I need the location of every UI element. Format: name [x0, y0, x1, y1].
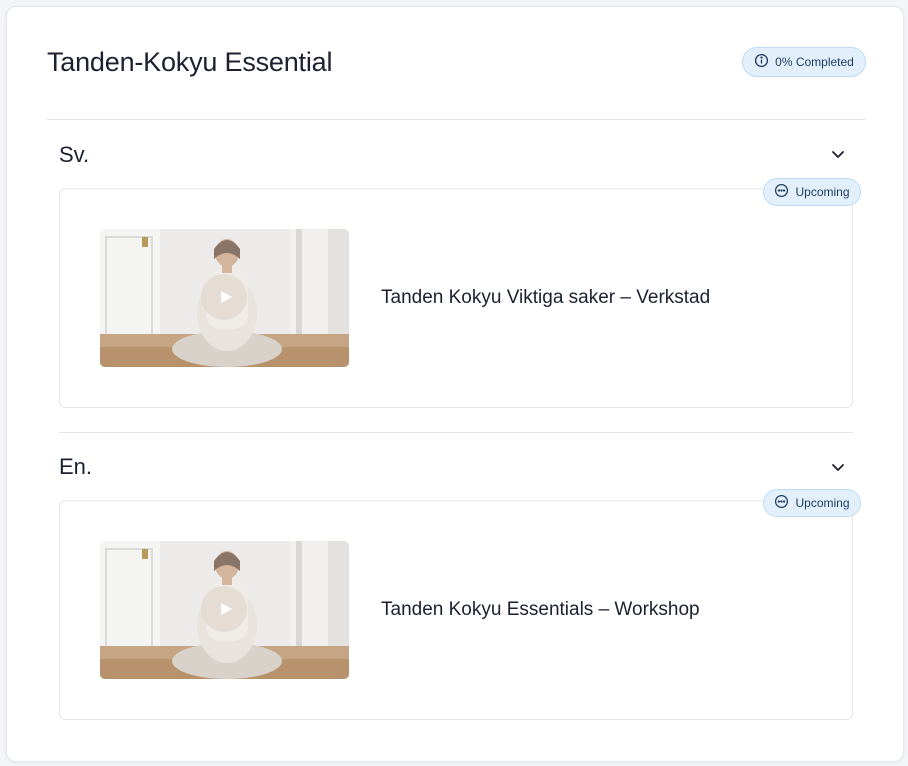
info-circle-icon: [754, 53, 769, 71]
section-title-sv: Sv.: [59, 142, 90, 167]
play-icon: [220, 291, 232, 303]
lesson-card[interactable]: Tanden Kokyu Viktiga saker – Verkstad: [59, 188, 853, 408]
video-thumbnail[interactable]: [100, 541, 349, 679]
lesson-title[interactable]: Tanden Kokyu Essentials – Workshop: [381, 599, 700, 621]
status-badge: Upcoming: [763, 178, 861, 206]
progress-badge: 0% Completed: [742, 47, 866, 77]
section-divider: [59, 432, 853, 433]
chevron-down-icon[interactable]: [830, 146, 846, 162]
course-title: Tanden-Kokyu Essential: [47, 47, 333, 77]
ellipsis-circle-icon: [774, 183, 789, 201]
play-button[interactable]: [201, 274, 247, 320]
section-title-en: En.: [59, 454, 93, 479]
course-card: Tanden-Kokyu Essential 0% Completed Sv.: [6, 6, 904, 762]
progress-label: 0% Completed: [775, 55, 854, 69]
header-divider: [47, 119, 866, 120]
ellipsis-circle-icon: [774, 494, 789, 512]
chevron-down-icon[interactable]: [830, 459, 846, 475]
play-icon: [220, 603, 232, 615]
video-thumbnail[interactable]: [100, 229, 349, 367]
status-badge: Upcoming: [763, 489, 861, 517]
lesson-card[interactable]: Tanden Kokyu Essentials – Workshop: [59, 500, 853, 720]
play-button[interactable]: [201, 586, 247, 632]
lesson-title[interactable]: Tanden Kokyu Viktiga saker – Verkstad: [381, 287, 710, 309]
status-label: Upcoming: [795, 496, 850, 510]
status-label: Upcoming: [795, 185, 850, 199]
